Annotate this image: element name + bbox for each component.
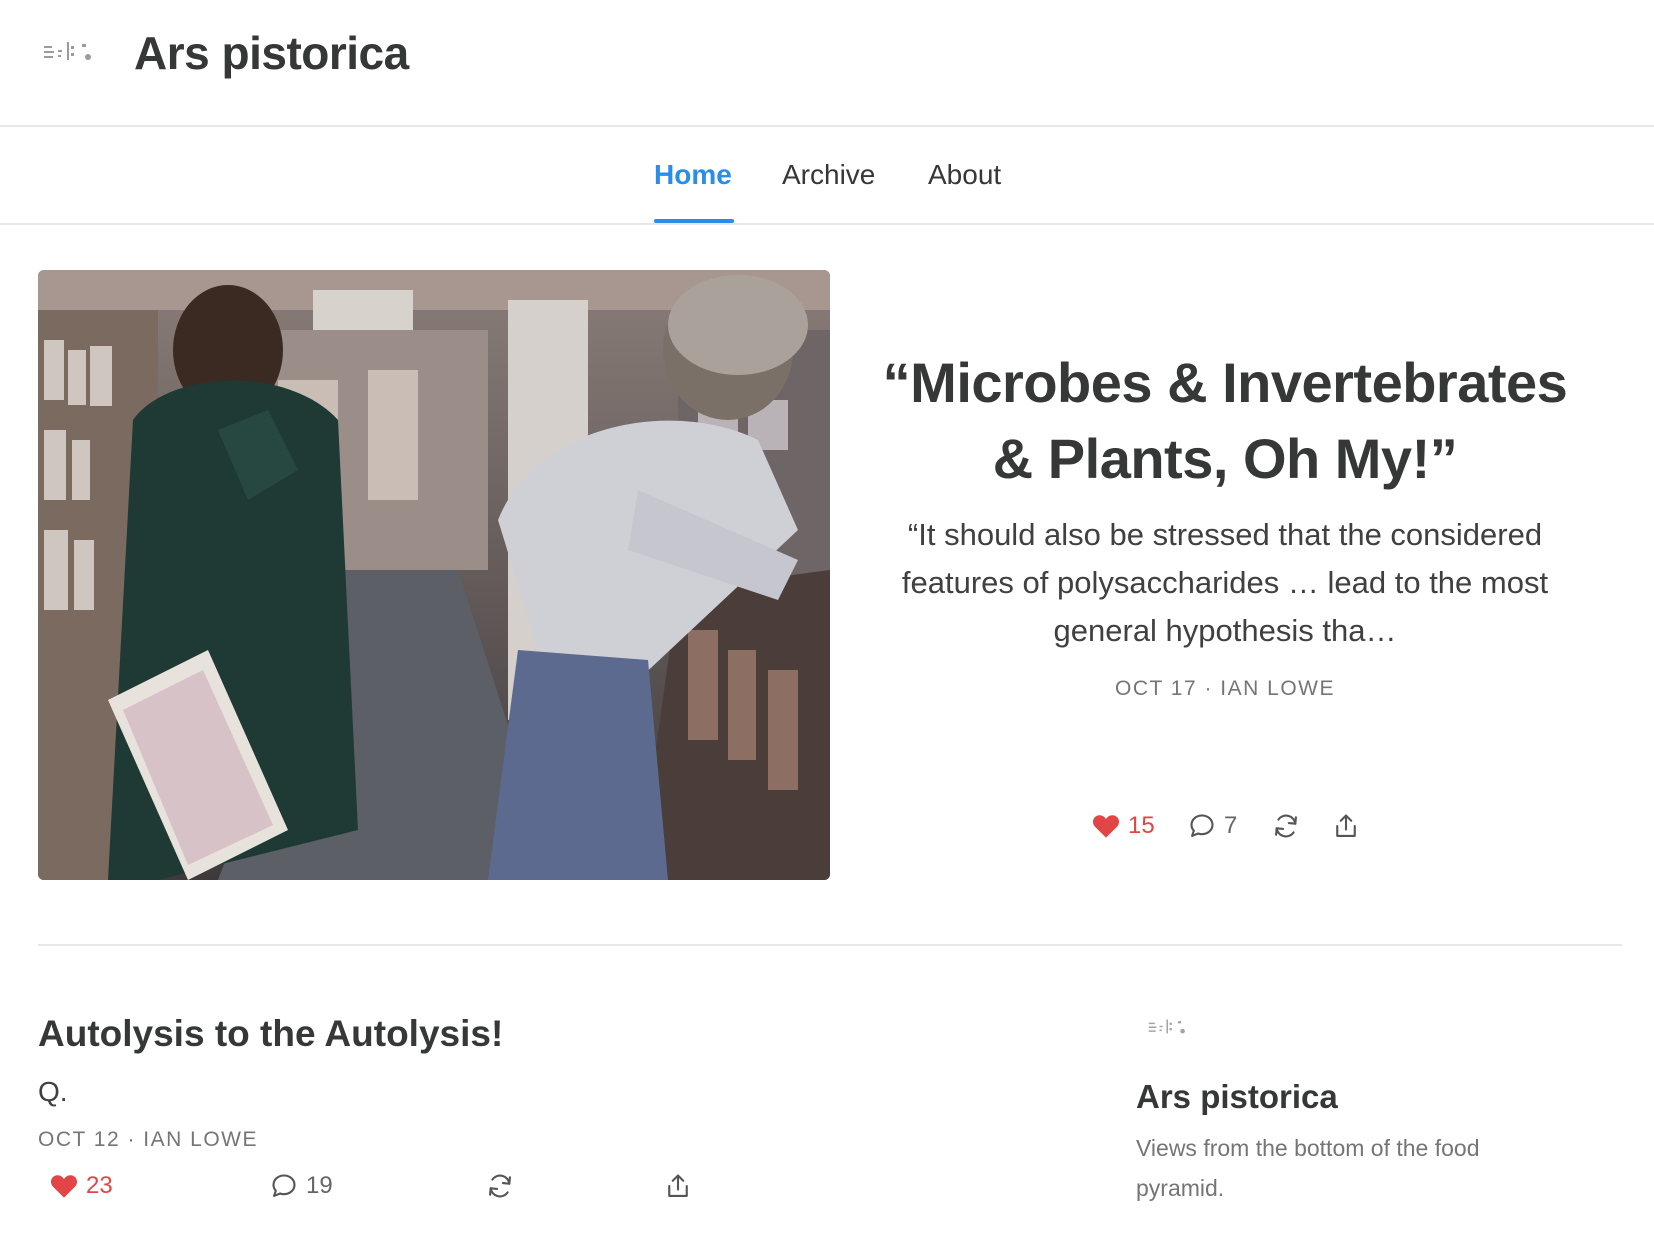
site-title[interactable]: Ars pistorica [134,26,409,80]
featured-comment-count: 7 [1224,812,1238,839]
post-share-button[interactable] [664,1172,692,1200]
comment-icon [272,1174,296,1197]
publication-logo-icon[interactable] [44,40,94,66]
featured-post-meta: OCT 17 · IAN LOWE [1115,677,1335,700]
featured-post: “Microbes & Invertebrates & Plants, Oh M… [880,345,1570,839]
heart-icon [50,1175,78,1198]
featured-post-image[interactable] [38,270,830,880]
featured-share-button[interactable] [1332,812,1360,840]
featured-like-count: 15 [1128,812,1155,839]
site-header: Ars pistorica [0,0,1654,127]
sidebar-publication-title[interactable]: Ars pistorica [1136,1078,1338,1116]
heart-icon [1092,815,1120,838]
post-like-count: 23 [86,1172,113,1199]
sidebar-publication-description: Views from the bottom of the food pyrami… [1136,1135,1480,1201]
post-title[interactable]: Autolysis to the Autolysis! [38,1013,503,1055]
post-meta: OCT 12 · IAN LOWE [38,1128,258,1151]
post-restack-button[interactable] [486,1172,514,1200]
share-icon [668,1174,688,1197]
active-tab-indicator [654,219,734,223]
publication-logo-icon[interactable] [1148,1018,1188,1038]
post-comment-button[interactable]: 19 [270,1172,333,1200]
featured-restack-button[interactable] [1272,812,1300,840]
featured-comment-button[interactable]: 7 [1188,812,1237,840]
nav-archive-tab[interactable]: Archive [782,159,875,191]
comment-icon [1190,814,1214,837]
featured-like-button[interactable]: 15 [1092,812,1155,840]
nav-about-tab[interactable]: About [928,159,1001,191]
nav-home-tab[interactable]: Home [654,159,732,191]
post-subtitle: Q. [38,1076,68,1107]
featured-post-actions: 15 7 [880,812,1570,852]
restack-icon [489,1174,511,1198]
post-comment-count: 19 [306,1172,333,1199]
share-icon [1336,814,1356,837]
post-like-button[interactable]: 23 [50,1172,113,1200]
restack-icon [1275,814,1297,838]
section-divider [38,944,1622,946]
featured-post-title[interactable]: “Microbes & Invertebrates & Plants, Oh M… [880,345,1570,497]
featured-post-excerpt: “It should also be stressed that the con… [901,517,1549,648]
main-nav: Home Archive About [0,127,1654,225]
